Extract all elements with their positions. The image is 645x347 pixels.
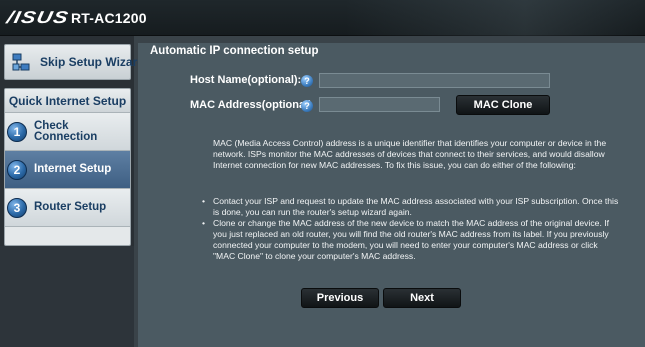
host-name-help-icon[interactable]: ? <box>301 75 313 87</box>
left-column: Skip Setup Wizard Quick Internet Setup 1… <box>0 36 145 347</box>
model-name: RT-AC1200 <box>71 10 147 26</box>
step-3-icon: 3 <box>7 197 27 218</box>
mac-address-help-icon[interactable]: ? <box>301 100 313 112</box>
main-content: Automatic IP connection setup Host Name(… <box>138 43 645 347</box>
quick-internet-setup-menu: Quick Internet Setup 1 Check Connection … <box>4 88 131 246</box>
host-name-label: Host Name(optional): <box>190 74 302 86</box>
skip-setup-wizard-label: Skip Setup Wizard <box>40 55 145 69</box>
step-2-icon: 2 <box>7 159 27 180</box>
mac-clone-button[interactable]: MAC Clone <box>456 95 550 115</box>
asus-logo: /ISUS <box>5 8 71 27</box>
menu-item-label: Check Connection <box>34 120 98 143</box>
menu-title: Quick Internet Setup <box>5 89 130 113</box>
brand: /ISUS RT-AC1200 <box>5 8 147 28</box>
menu-item-check-connection[interactable]: 1 Check Connection <box>5 113 130 151</box>
menu-item-label: Internet Setup <box>34 163 112 175</box>
mac-description: MAC (Media Access Control) address is a … <box>213 138 607 170</box>
mac-address-label: MAC Address(optional) <box>190 99 312 111</box>
menu-item-router-setup[interactable]: 3 Router Setup <box>5 189 130 227</box>
menu-item-internet-setup[interactable]: 2 Internet Setup <box>5 151 130 189</box>
next-button[interactable]: Next <box>383 288 461 308</box>
previous-button[interactable]: Previous <box>301 288 379 308</box>
step-1-icon: 1 <box>7 121 27 142</box>
host-name-input[interactable] <box>319 73 550 88</box>
menu-item-label-line2: Connection <box>34 130 98 143</box>
header-bar: /ISUS RT-AC1200 <box>0 0 645 36</box>
options-list: Contact your ISP and request to update t… <box>200 196 620 262</box>
network-icon <box>11 52 31 72</box>
left-column-filler <box>0 246 134 347</box>
menu-item-label: Router Setup <box>34 201 107 213</box>
section-title: Automatic IP connection setup <box>150 45 319 57</box>
mac-address-input[interactable] <box>319 97 440 112</box>
list-item: Contact your ISP and request to update t… <box>200 196 620 218</box>
header-shine <box>345 0 645 36</box>
skip-setup-wizard-button[interactable]: Skip Setup Wizard <box>4 44 145 80</box>
list-item: Clone or change the MAC address of the n… <box>200 218 620 262</box>
